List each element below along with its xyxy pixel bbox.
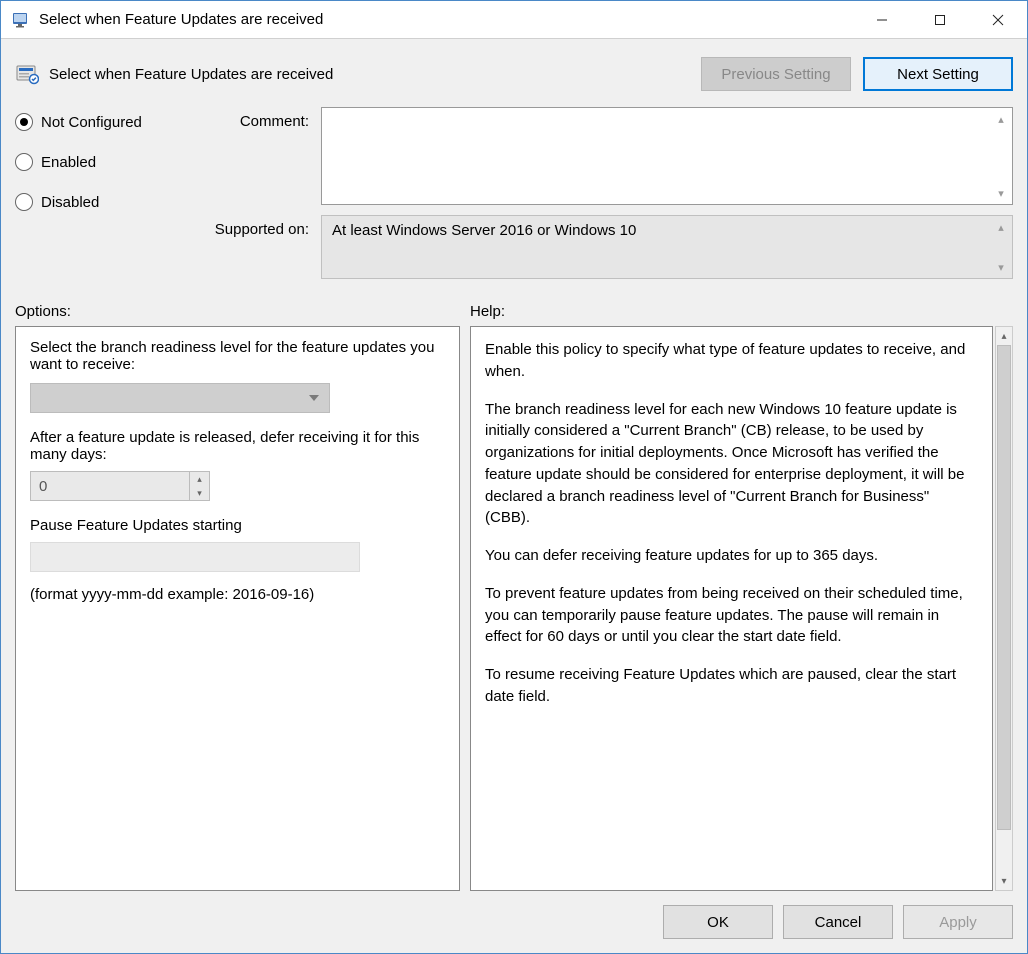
scroll-up-icon[interactable]: ▴ <box>996 327 1012 345</box>
previous-setting-button[interactable]: Previous Setting <box>701 57 851 91</box>
cancel-button[interactable]: Cancel <box>783 905 893 939</box>
supported-on-value: At least Windows Server 2016 or Windows … <box>332 222 636 239</box>
scroll-down-icon[interactable]: ▾ <box>992 184 1010 202</box>
options-pane: Select the branch readiness level for th… <box>15 326 460 891</box>
maximize-button[interactable] <box>911 1 969 38</box>
defer-days-text: After a feature update is released, defe… <box>30 429 445 463</box>
config-area: Not Configured Enabled Disabled Comment:… <box>1 101 1027 297</box>
pause-start-date-input[interactable] <box>30 542 360 572</box>
radio-label: Enabled <box>41 154 96 171</box>
close-icon <box>992 14 1004 26</box>
date-format-hint: (format yyyy-mm-dd example: 2016-09-16) <box>30 586 445 603</box>
help-pane: Enable this policy to specify what type … <box>470 326 993 891</box>
fields-column: Comment: ▴ ▾ Supported on: At least Wind… <box>191 107 1013 289</box>
comment-row: Comment: ▴ ▾ <box>191 107 1013 205</box>
help-paragraph: To resume receiving Feature Updates whic… <box>485 664 978 708</box>
help-heading: Help: <box>470 303 505 320</box>
defer-days-spinner[interactable]: 0 ▴ ▾ <box>30 471 210 501</box>
supported-row: Supported on: At least Windows Server 20… <box>191 215 1013 279</box>
client-area: Select when Feature Updates are received… <box>1 39 1027 953</box>
window-controls <box>853 1 1027 38</box>
comment-label: Comment: <box>191 107 321 130</box>
comment-input[interactable]: ▴ ▾ <box>321 107 1013 205</box>
spinner-down-icon[interactable]: ▾ <box>190 486 209 500</box>
help-paragraph: To prevent feature updates from being re… <box>485 583 978 648</box>
minimize-icon <box>876 14 888 26</box>
policy-icon <box>15 62 39 86</box>
scrollbar-thumb[interactable] <box>997 345 1011 830</box>
next-setting-button[interactable]: Next Setting <box>863 57 1013 91</box>
close-button[interactable] <box>969 1 1027 38</box>
branch-readiness-text: Select the branch readiness level for th… <box>30 339 445 373</box>
radio-icon <box>15 113 33 131</box>
supported-label: Supported on: <box>191 215 321 238</box>
minimize-button[interactable] <box>853 1 911 38</box>
help-paragraph: You can defer receiving feature updates … <box>485 545 978 567</box>
titlebar: Select when Feature Updates are received <box>1 1 1027 39</box>
scroll-up-icon[interactable]: ▴ <box>992 110 1010 128</box>
radio-enabled[interactable]: Enabled <box>15 153 191 171</box>
maximize-icon <box>934 14 946 26</box>
help-paragraph: The branch readiness level for each new … <box>485 399 978 530</box>
window-title: Select when Feature Updates are received <box>39 11 853 28</box>
radio-icon <box>15 193 33 211</box>
radio-disabled[interactable]: Disabled <box>15 193 191 211</box>
gpedit-dialog: Select when Feature Updates are received… <box>0 0 1028 954</box>
ok-button[interactable]: OK <box>663 905 773 939</box>
dialog-footer: OK Cancel Apply <box>1 891 1027 953</box>
radio-not-configured[interactable]: Not Configured <box>15 113 191 131</box>
state-radio-group: Not Configured Enabled Disabled <box>15 107 191 289</box>
help-scrollbar[interactable]: ▴ ▾ <box>995 326 1013 891</box>
header-row: Select when Feature Updates are received… <box>1 39 1027 101</box>
scroll-down-icon[interactable]: ▾ <box>996 872 1012 890</box>
branch-readiness-dropdown[interactable] <box>30 383 330 413</box>
options-heading: Options: <box>15 303 470 320</box>
radio-icon <box>15 153 33 171</box>
help-wrap: Enable this policy to specify what type … <box>470 326 1013 891</box>
apply-button[interactable]: Apply <box>903 905 1013 939</box>
scroll-up-icon[interactable]: ▴ <box>992 218 1010 236</box>
spinner-up-icon[interactable]: ▴ <box>190 472 209 486</box>
panes: Select the branch readiness level for th… <box>1 326 1027 891</box>
radio-label: Disabled <box>41 194 99 211</box>
help-paragraph: Enable this policy to specify what type … <box>485 339 978 383</box>
spinner-buttons: ▴ ▾ <box>189 472 209 500</box>
scroll-down-icon[interactable]: ▾ <box>992 258 1010 276</box>
supported-on-box: At least Windows Server 2016 or Windows … <box>321 215 1013 279</box>
pause-updates-text: Pause Feature Updates starting <box>30 517 445 534</box>
scrollbar-track[interactable] <box>996 345 1012 872</box>
section-labels: Options: Help: <box>1 297 1027 326</box>
policy-title: Select when Feature Updates are received <box>49 66 689 83</box>
defer-days-value: 0 <box>31 472 189 500</box>
app-icon <box>11 10 31 30</box>
radio-label: Not Configured <box>41 114 142 131</box>
